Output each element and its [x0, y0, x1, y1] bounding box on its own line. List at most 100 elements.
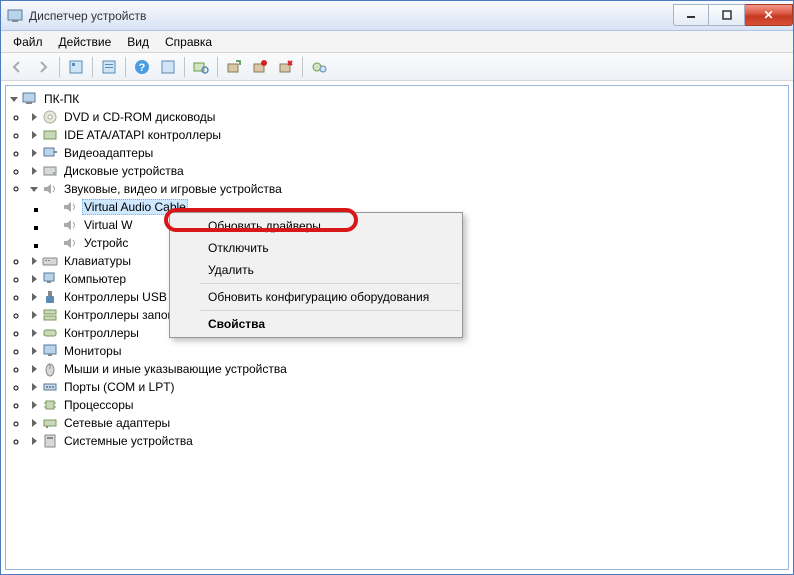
chevron-right-icon[interactable] — [28, 363, 40, 375]
window-title: Диспетчер устройств — [29, 9, 673, 23]
category-icon — [42, 343, 58, 359]
category-icon — [42, 307, 58, 323]
minimize-button[interactable] — [673, 4, 709, 26]
tree-root-label: ПК-ПК — [42, 92, 81, 106]
titlebar[interactable]: Диспетчер устройств ✕ — [1, 1, 793, 31]
tree-category-label: Мониторы — [62, 344, 123, 358]
tree-category-label: Сетевые адаптеры — [62, 416, 172, 430]
chevron-right-icon[interactable] — [28, 111, 40, 123]
chevron-right-icon[interactable] — [28, 345, 40, 357]
chevron-right-icon[interactable] — [28, 417, 40, 429]
chevron-down-icon[interactable] — [28, 183, 40, 195]
tree-category-label: Видеоадаптеры — [62, 146, 155, 160]
category-icon — [42, 433, 58, 449]
tree-category-label: Компьютер — [62, 272, 128, 286]
tree-category-label: DVD и CD-ROM дисководы — [62, 110, 217, 124]
expander-none — [48, 237, 60, 249]
sound-icon — [62, 217, 78, 233]
chevron-right-icon[interactable] — [28, 381, 40, 393]
category-icon — [42, 271, 58, 287]
menu-help[interactable]: Справка — [157, 33, 220, 51]
context-menu: Обновить драйверы... Отключить Удалить О… — [169, 212, 463, 338]
tree-category[interactable]: Процессоры — [28, 396, 786, 414]
menubar: Файл Действие Вид Справка — [1, 31, 793, 53]
toolbar-update-button[interactable] — [222, 55, 246, 79]
chevron-right-icon[interactable] — [28, 435, 40, 447]
tree-device-label: Устройс — [82, 236, 130, 250]
menu-action[interactable]: Действие — [51, 33, 120, 51]
tree-category-label: Клавиатуры — [62, 254, 133, 268]
sound-icon — [62, 235, 78, 251]
svg-text:?: ? — [139, 62, 146, 74]
category-icon — [42, 415, 58, 431]
app-icon — [7, 8, 23, 24]
ctx-properties[interactable]: Свойства — [200, 313, 460, 335]
toolbar-uninstall-button[interactable] — [274, 55, 298, 79]
chevron-right-icon[interactable] — [28, 147, 40, 159]
expander-none — [48, 201, 60, 213]
tree-category[interactable]: Системные устройства — [28, 432, 786, 450]
tree-device-label: Virtual W — [82, 218, 134, 232]
category-icon — [42, 145, 58, 161]
chevron-down-icon[interactable] — [8, 93, 20, 105]
sound-icon — [62, 199, 78, 215]
tree-category[interactable]: IDE ATA/ATAPI контроллеры — [28, 126, 786, 144]
tree-category-label: Звуковые, видео и игровые устройства — [62, 182, 284, 196]
ctx-delete[interactable]: Удалить — [200, 259, 460, 281]
tree-category-label: Системные устройства — [62, 434, 195, 448]
tree-category-label: Контроллеры USB — [62, 290, 169, 304]
tree-category[interactable]: Дисковые устройства — [28, 162, 786, 180]
toolbar-btn-4[interactable] — [156, 55, 180, 79]
chevron-right-icon[interactable] — [28, 129, 40, 141]
chevron-right-icon[interactable] — [28, 165, 40, 177]
device-tree-panel: ПК-ПК DVD и CD-ROM дисководы IDE ATA/ATAP… — [5, 85, 789, 570]
chevron-right-icon[interactable] — [28, 255, 40, 267]
chevron-right-icon[interactable] — [28, 327, 40, 339]
toolbar-scan-button[interactable] — [189, 55, 213, 79]
category-icon — [42, 289, 58, 305]
tree-category-label: Мыши и иные указывающие устройства — [62, 362, 289, 376]
tree-category-label: Порты (COM и LPT) — [62, 380, 177, 394]
ctx-disable[interactable]: Отключить — [200, 237, 460, 259]
tree-category[interactable]: Звуковые, видео и игровые устройства — [28, 180, 786, 198]
toolbar-btn-9[interactable] — [307, 55, 331, 79]
chevron-right-icon[interactable] — [28, 291, 40, 303]
tree-category[interactable]: DVD и CD-ROM дисководы — [28, 108, 786, 126]
maximize-button[interactable] — [709, 4, 745, 26]
expander-none — [48, 219, 60, 231]
category-icon — [42, 325, 58, 341]
category-icon — [42, 379, 58, 395]
toolbar-disable-button[interactable] — [248, 55, 272, 79]
tree-category[interactable]: Мониторы — [28, 342, 786, 360]
tree-category[interactable]: Мыши и иные указывающие устройства — [28, 360, 786, 378]
ctx-update-drivers[interactable]: Обновить драйверы... — [200, 215, 460, 237]
toolbar-btn-2[interactable] — [97, 55, 121, 79]
toolbar-btn-1[interactable] — [64, 55, 88, 79]
chevron-right-icon[interactable] — [28, 273, 40, 285]
tree-category-label: Дисковые устройства — [62, 164, 186, 178]
ctx-refresh-config[interactable]: Обновить конфигурацию оборудования — [200, 286, 460, 308]
computer-icon — [22, 91, 38, 107]
close-button[interactable]: ✕ — [745, 4, 793, 26]
toolbar-help-button[interactable]: ? — [130, 55, 154, 79]
tree-category-label: Контроллеры — [62, 326, 141, 340]
category-icon — [42, 127, 58, 143]
tree-category[interactable]: Порты (COM и LPT) — [28, 378, 786, 396]
tree-category-label: IDE ATA/ATAPI контроллеры — [62, 128, 223, 142]
category-icon — [42, 397, 58, 413]
menu-file[interactable]: Файл — [5, 33, 51, 51]
chevron-right-icon[interactable] — [28, 399, 40, 411]
category-icon — [42, 361, 58, 377]
nav-back-button[interactable] — [5, 55, 29, 79]
tree-category[interactable]: Видеоадаптеры — [28, 144, 786, 162]
nav-forward-button[interactable] — [31, 55, 55, 79]
category-icon — [42, 163, 58, 179]
tree-category-label: Процессоры — [62, 398, 136, 412]
tree-root[interactable]: ПК-ПК — [8, 90, 786, 108]
toolbar: ? — [1, 53, 793, 81]
window-controls: ✕ — [673, 5, 793, 26]
menu-view[interactable]: Вид — [119, 33, 157, 51]
tree-category[interactable]: Сетевые адаптеры — [28, 414, 786, 432]
category-icon — [42, 181, 58, 197]
chevron-right-icon[interactable] — [28, 309, 40, 321]
